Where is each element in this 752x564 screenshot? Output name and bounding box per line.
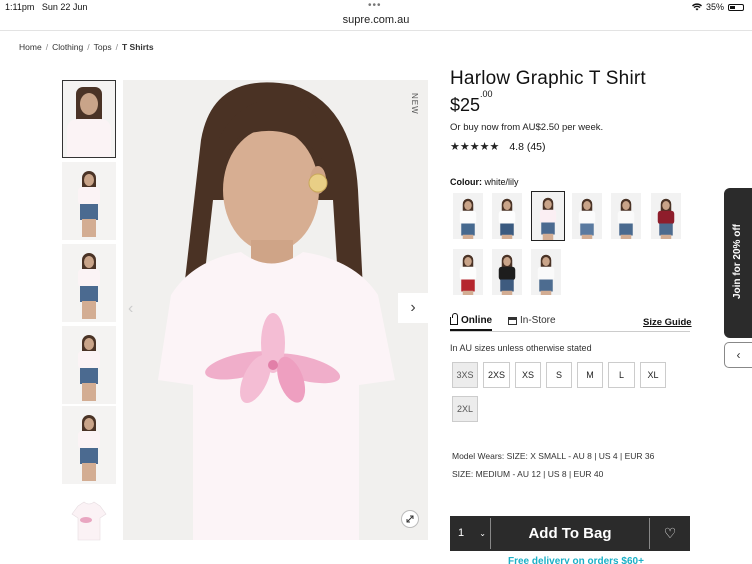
colour-swatch-8[interactable] — [492, 249, 522, 295]
colour-swatch-5[interactable] — [611, 193, 641, 239]
product-price: $25.00 — [450, 89, 493, 115]
breadcrumb-separator: / — [45, 42, 49, 52]
url-bar[interactable]: supre.com.au — [0, 14, 752, 31]
tab-online[interactable]: Online — [450, 312, 493, 331]
colour-swatch-2[interactable] — [492, 193, 522, 239]
status-bar: 1:11pm Sun 22 Jun ••• 35% — [0, 0, 752, 14]
breadcrumb-clothing[interactable]: Clothing — [52, 42, 83, 52]
model-info: Model Wears: SIZE: X SMALL - AU 8 | US 4… — [452, 447, 654, 483]
thumbnail-2[interactable] — [62, 162, 116, 240]
thumbnail-6[interactable] — [62, 488, 116, 564]
size-xs[interactable]: XS — [515, 362, 541, 388]
new-badge: NEW — [410, 93, 419, 115]
join-discount-tab[interactable]: Join for 20% off — [724, 188, 752, 338]
sizes-note: In AU sizes unless otherwise stated — [450, 343, 592, 353]
breadcrumb-separator: / — [115, 42, 118, 52]
colour-swatch-3[interactable] — [531, 191, 565, 241]
size-m[interactable]: M — [577, 362, 603, 388]
size-2xl[interactable]: 2XL — [452, 396, 478, 422]
colour-swatch-1[interactable] — [453, 193, 483, 239]
colour-swatch-6[interactable] — [651, 193, 681, 239]
add-to-bag-bar: 1 ⌄ Add To Bag ♡ — [450, 516, 690, 551]
model-info-line-2: SIZE: MEDIUM - AU 12 | US 8 | EUR 40 — [452, 469, 604, 479]
store-icon — [508, 316, 517, 325]
chevron-down-icon: ⌄ — [479, 529, 486, 538]
battery-percent: 35% — [705, 2, 724, 12]
status-right: 35% — [691, 2, 744, 12]
expand-icon[interactable] — [401, 510, 419, 528]
colour-swatch-7[interactable] — [453, 249, 483, 295]
colour-swatch-4[interactable] — [572, 193, 602, 239]
free-delivery-text: Free delivery on orders $60+ — [508, 556, 644, 564]
quantity-select[interactable]: 1 ⌄ — [450, 516, 490, 551]
breadcrumb-tops[interactable]: Tops — [94, 42, 112, 52]
size-l[interactable]: L — [608, 362, 635, 388]
add-to-bag-button[interactable]: Add To Bag — [491, 516, 649, 551]
breadcrumb-home[interactable]: Home — [19, 42, 42, 52]
tab-instore[interactable]: In-Store — [508, 315, 556, 326]
wishlist-heart-icon[interactable]: ♡ — [650, 516, 690, 551]
star-rating-icon: ★★★★★ — [450, 141, 500, 153]
thumbnail-3[interactable] — [62, 244, 116, 322]
breadcrumb-separator: / — [87, 42, 90, 52]
afterpay-text: Or buy now from AU$2.50 per week. — [450, 122, 604, 133]
size-xl[interactable]: XL — [640, 362, 666, 388]
product-title: Harlow Graphic T Shirt — [450, 68, 646, 89]
multitask-dots[interactable]: ••• — [368, 0, 382, 11]
battery-icon — [728, 3, 744, 11]
breadcrumb: Home / Clothing / Tops / T Shirts — [19, 42, 154, 52]
chevron-left-icon[interactable]: ‹ — [724, 342, 752, 368]
size-2xs[interactable]: 2XS — [483, 362, 510, 388]
model-info-line-1: Model Wears: SIZE: X SMALL - AU 8 | US 4… — [452, 451, 655, 461]
next-image-arrow[interactable]: › — [398, 293, 428, 323]
thumbnail-5[interactable] — [62, 406, 116, 484]
wifi-icon — [691, 3, 702, 11]
rating[interactable]: ★★★★★ 4.8 (45) — [450, 140, 546, 154]
colour-label: Colour: white/lily — [450, 177, 519, 187]
colour-swatch-9[interactable] — [531, 249, 561, 295]
rating-value: 4.8 (45) — [509, 140, 546, 153]
model-photo — [123, 80, 428, 540]
bag-icon — [450, 312, 458, 325]
url-text: supre.com.au — [342, 14, 410, 26]
tshirt-flat-image — [71, 501, 107, 541]
breadcrumb-current: T Shirts — [121, 42, 154, 52]
size-3xs[interactable]: 3XS — [452, 362, 478, 388]
thumbnail-1[interactable] — [62, 80, 116, 158]
size-guide-link[interactable]: Size Guide — [643, 317, 692, 328]
thumbnail-4[interactable] — [62, 326, 116, 404]
prev-image-arrow[interactable]: ‹ — [128, 300, 133, 318]
main-product-image[interactable] — [123, 80, 428, 540]
size-s[interactable]: S — [546, 362, 572, 388]
status-time: 1:11pm Sun 22 Jun — [5, 2, 88, 12]
